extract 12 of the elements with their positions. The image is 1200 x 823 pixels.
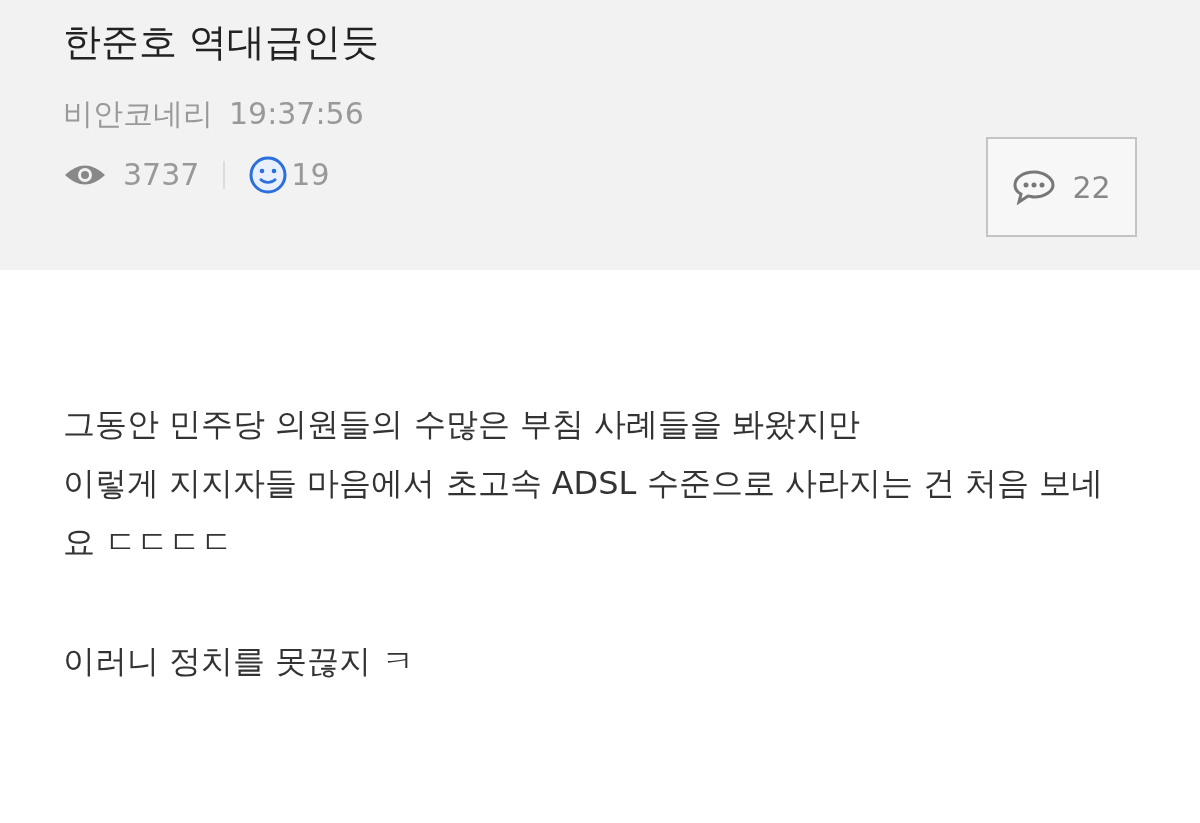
view-count: 3737 bbox=[123, 156, 200, 195]
body-text-line: 이러니 정치를 못끊지 ㅋ bbox=[63, 641, 415, 682]
comment-button[interactable]: 22 bbox=[986, 137, 1137, 237]
post-time: 19:37:56 bbox=[229, 95, 364, 134]
body-text-line: 요 ㄷㄷㄷㄷ bbox=[63, 522, 235, 563]
body-text-line: 그동안 민주당 의원들의 수많은 부침 사례들을 봐왔지만 bbox=[63, 404, 862, 445]
body-text-line: 이렇게 지지자들 마음에서 초고속 ADSL 수준으로 사라지는 건 처음 보네 bbox=[63, 463, 1105, 504]
post-title: 한준호 역대급인듯 bbox=[63, 19, 380, 66]
author-name[interactable]: 비안코네리 bbox=[63, 91, 213, 137]
like-count: 19 bbox=[291, 156, 330, 195]
speech-bubble-icon bbox=[1012, 169, 1057, 205]
smiley-icon bbox=[249, 155, 288, 194]
